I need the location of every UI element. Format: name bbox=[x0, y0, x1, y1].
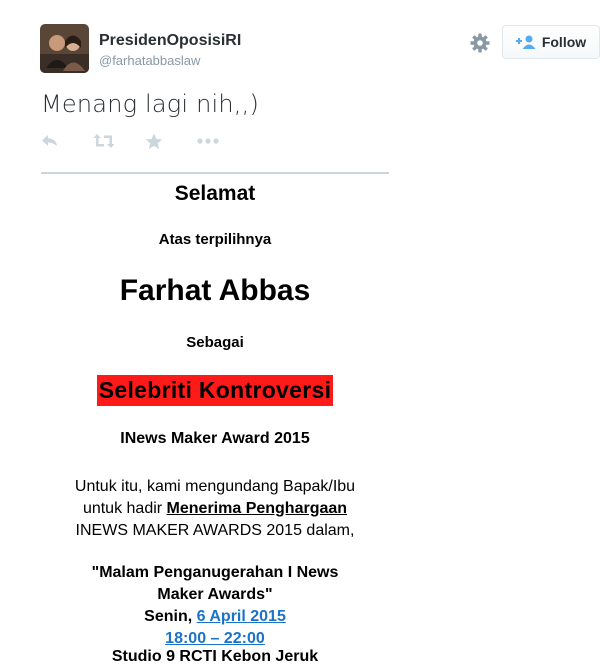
tweet-actions bbox=[41, 131, 249, 151]
award-title-highlight: Selebriti Kontroversi bbox=[96, 375, 334, 406]
follow-button[interactable]: Follow bbox=[502, 25, 600, 59]
ceremony-line-1: "Malam Penganugerahan I News bbox=[91, 564, 339, 581]
ceremony-venue: Studio 9 RCTI Kebon Jeruk bbox=[111, 648, 319, 665]
ceremony-date-prefix: Senin, bbox=[144, 608, 197, 625]
reply-icon[interactable] bbox=[41, 131, 93, 151]
invite-line-2-prefix: untuk hadir bbox=[82, 500, 167, 517]
award-title-row: Selebriti Kontroversi bbox=[41, 375, 389, 406]
display-name[interactable]: PresidenOposisiRI bbox=[99, 32, 241, 50]
invite-line-2: untuk hadir Menerima Penghargaan bbox=[41, 498, 389, 520]
invite-line-2-underlined: Menerima Penghargaan bbox=[166, 500, 348, 517]
ceremony-date-link[interactable]: 6 April 2015 bbox=[197, 608, 286, 625]
invitation-subheading: Atas terpilihnya bbox=[158, 231, 272, 248]
ceremony-date-row: Senin, 6 April 2015 bbox=[41, 606, 389, 628]
tweet-text: Menang lagi nih,,) bbox=[41, 90, 260, 118]
invitation-recipient: Farhat Abbas bbox=[119, 274, 311, 307]
retweet-icon[interactable] bbox=[93, 131, 145, 151]
avatar[interactable] bbox=[40, 24, 89, 73]
invitation-heading: Selamat bbox=[174, 182, 256, 205]
invite-line-3: INEWS MAKER AWARDS 2015 dalam, bbox=[75, 522, 355, 539]
invite-line-1: Untuk itu, kami mengundang Bapak/Ibu bbox=[74, 478, 356, 495]
ceremony-time-row: 18:00 – 22:00 bbox=[41, 628, 389, 650]
ceremony-line-2: Maker Awards" bbox=[157, 586, 273, 603]
invitation-as-label: Sebagai bbox=[186, 334, 244, 351]
ceremony-time-link[interactable]: 18:00 – 22:00 bbox=[165, 630, 265, 647]
user-handle[interactable]: @farhatabbaslaw bbox=[99, 53, 200, 68]
attached-invitation-image[interactable]: Selamat Atas terpilihnya Farhat Abbas Se… bbox=[41, 174, 389, 668]
avatar-photo bbox=[40, 24, 89, 73]
follow-button-label: Follow bbox=[541, 34, 587, 50]
more-icon[interactable] bbox=[197, 131, 249, 151]
ceremony-details: "Malam Penganugerahan I News Maker Award… bbox=[41, 562, 389, 650]
invitation-paragraph: Untuk itu, kami mengundang Bapak/Ibu unt… bbox=[41, 476, 389, 542]
follow-user-icon bbox=[515, 35, 536, 49]
award-event: INews Maker Award 2015 bbox=[120, 430, 310, 447]
favorite-icon[interactable] bbox=[145, 131, 197, 151]
gear-icon[interactable] bbox=[468, 31, 492, 55]
